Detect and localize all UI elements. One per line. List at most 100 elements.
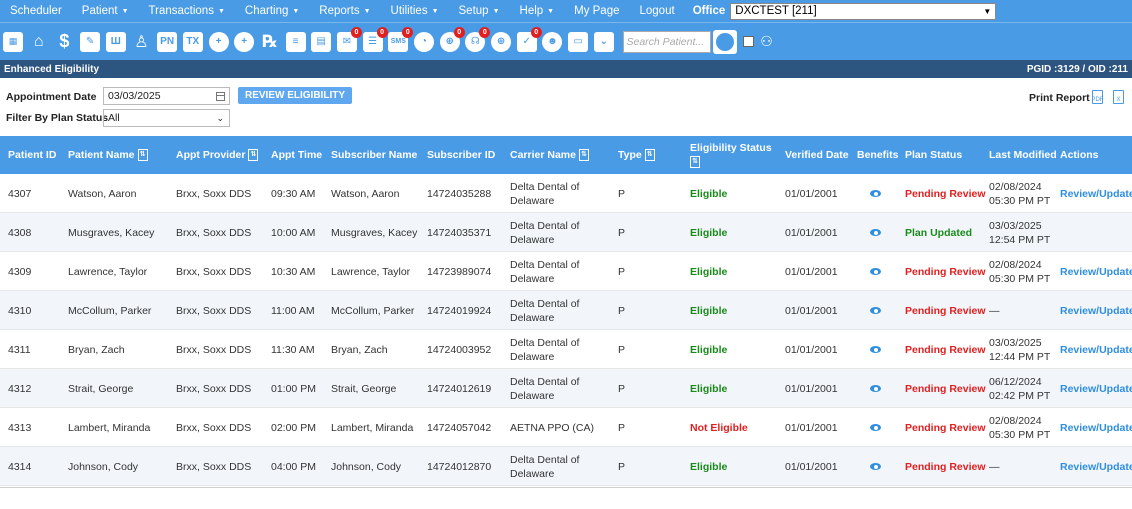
print-report-label: Print Report xyxy=(1029,92,1090,104)
calendar-icon[interactable]: ▦ xyxy=(2,31,24,53)
view-benefits-icon[interactable] xyxy=(870,190,881,197)
cell-subscriber-id: 14723989074 xyxy=(427,252,491,291)
col-carrier-name[interactable]: Carrier Name ⇅ xyxy=(510,136,589,174)
review-update-link[interactable]: Review/Update xyxy=(1060,265,1132,279)
search-people-icon[interactable]: ⚇ xyxy=(756,31,778,53)
view-benefits-icon[interactable] xyxy=(870,229,881,236)
col-eligibility-status[interactable]: Eligibility Status ⇅ xyxy=(690,136,772,174)
clock-icon[interactable]: ◔ xyxy=(413,31,435,53)
review-update-link[interactable]: Review/Update xyxy=(1060,343,1132,357)
add-user-icon[interactable]: + xyxy=(208,31,230,53)
pdf-export-icon[interactable]: PDF xyxy=(1092,90,1104,104)
col-subscriber-name[interactable]: Subscriber Name xyxy=(331,136,417,174)
cell-text: Lawrence, Taylor xyxy=(331,265,411,278)
cell-text: Strait, George xyxy=(331,382,397,395)
sort-icon[interactable]: ⇅ xyxy=(248,149,259,161)
home-icon[interactable]: ⌂ xyxy=(28,31,50,53)
chat-icon[interactable]: ☰ 0 xyxy=(362,26,388,53)
appointment-date-value: 03/03/2025 xyxy=(108,90,161,102)
cell-text: P xyxy=(618,343,626,356)
chevron-down-icon[interactable]: ⌄ xyxy=(593,31,615,53)
cell-patient-id: 4309 xyxy=(8,252,31,291)
review-update-link[interactable]: Review/Update xyxy=(1060,187,1132,201)
col-appt-time[interactable]: Appt Time xyxy=(271,136,322,174)
perio-note-icon[interactable]: PN xyxy=(156,31,178,53)
cell-type: P xyxy=(618,369,625,408)
sort-icon[interactable]: ⇅ xyxy=(644,149,655,161)
sort-icon[interactable]: ⇅ xyxy=(137,149,148,161)
add-user-alt-icon[interactable]: + xyxy=(233,31,255,53)
col-benefits[interactable]: Benefits xyxy=(857,136,898,174)
col-last-modified[interactable]: Last Modified xyxy=(989,136,1057,174)
cell-plan-status: Pending Review xyxy=(905,174,986,213)
sms-icon[interactable]: SMS 0 xyxy=(387,26,414,53)
web-icon[interactable]: ⊕ xyxy=(490,31,512,53)
cell-provider: Brxx, Soxx DDS xyxy=(176,252,251,291)
menu-charting[interactable]: Charting ▼ xyxy=(235,0,309,22)
dollar-icon[interactable]: $ xyxy=(53,31,75,53)
eligibility-check-icon[interactable]: ✓ 0 xyxy=(516,26,542,53)
view-benefits-icon[interactable] xyxy=(870,346,881,353)
sort-icon[interactable]: ⇅ xyxy=(578,149,589,161)
tooth-chart-icon[interactable]: Ш xyxy=(105,31,127,53)
team-icon[interactable]: ☻ xyxy=(541,31,563,53)
prescription-icon[interactable]: ℞ xyxy=(259,31,281,53)
menu-transactions[interactable]: Transactions ▼ xyxy=(139,0,235,22)
treatment-icon[interactable]: TX xyxy=(182,31,204,53)
view-benefits-icon[interactable] xyxy=(870,463,881,470)
cell-text: Lambert, Miranda xyxy=(331,421,414,434)
col-verified-date[interactable]: Verified Date xyxy=(785,136,849,174)
globe-icon[interactable]: ⊕ 0 xyxy=(439,26,465,53)
col-patient-id[interactable]: Patient ID xyxy=(8,136,56,174)
review-update-link[interactable]: Review/Update xyxy=(1060,421,1132,435)
col-patient-name[interactable]: Patient Name ⇅ xyxy=(68,136,148,174)
menu-label: Utilities xyxy=(390,5,428,17)
menu-patient[interactable]: Patient ▼ xyxy=(72,0,139,22)
cell-action: Review/Update xyxy=(1060,408,1132,447)
view-benefits-icon[interactable] xyxy=(870,424,881,431)
forms-icon[interactable]: ▤ xyxy=(310,31,332,53)
menu-setup[interactable]: Setup ▼ xyxy=(449,0,510,22)
cell-time: 09:30 AM xyxy=(271,174,315,213)
col-appt-provider[interactable]: Appt Provider ⇅ xyxy=(176,136,259,174)
cell-text: Pending Review xyxy=(905,304,986,317)
review-eligibility-button[interactable]: REVIEW ELIGIBILITY xyxy=(238,87,353,104)
col-subscriber-id[interactable]: Subscriber ID xyxy=(427,136,495,174)
cell-eligibility: Eligible xyxy=(690,447,727,486)
menu-reports[interactable]: Reports ▼ xyxy=(309,0,380,22)
office-select[interactable]: DXCTEST [211] ▼ xyxy=(730,2,997,20)
patient-search-icon[interactable] xyxy=(712,29,737,54)
menu-my-page[interactable]: My Page xyxy=(564,0,629,22)
headset-icon[interactable]: ☊ 0 xyxy=(464,26,491,53)
cell-text: Pending Review xyxy=(905,265,986,278)
view-benefits-icon[interactable] xyxy=(870,268,881,275)
mail-icon[interactable]: ✉ 0 xyxy=(336,26,362,53)
view-benefits-icon[interactable] xyxy=(870,385,881,392)
col-plan-status[interactable]: Plan Status xyxy=(905,136,962,174)
menu-utilities[interactable]: Utilities ▼ xyxy=(381,0,449,22)
excel-export-icon[interactable]: X xyxy=(1113,90,1124,104)
printer-icon[interactable]: ▭ xyxy=(567,31,589,53)
plan-status-select[interactable]: All ⌄ xyxy=(103,109,230,127)
tooth-icon[interactable]: ♙ xyxy=(130,31,152,53)
review-update-link[interactable]: Review/Update xyxy=(1060,460,1132,474)
menu-logout[interactable]: Logout xyxy=(630,0,685,22)
col-type[interactable]: Type ⇅ xyxy=(618,136,655,174)
review-update-link[interactable]: Review/Update xyxy=(1060,382,1132,396)
cell-action: Review/Update xyxy=(1060,447,1132,486)
search-checkbox[interactable] xyxy=(742,36,754,47)
view-benefits-icon[interactable] xyxy=(870,307,881,314)
cell-text: 01/01/2001 xyxy=(785,343,838,356)
calendar-icon[interactable] xyxy=(216,91,225,101)
appointment-date-input[interactable]: 03/03/2025 xyxy=(103,87,230,105)
menu-help[interactable]: Help ▼ xyxy=(510,0,565,22)
menu-scheduler[interactable]: Scheduler xyxy=(0,0,72,22)
col-actions[interactable]: Actions xyxy=(1060,136,1099,174)
edit-note-icon[interactable]: ✎ xyxy=(79,31,101,53)
cell-verified: 01/01/2001 xyxy=(785,369,838,408)
cell-subscriber-name: Watson, Aaron xyxy=(331,174,399,213)
document-icon[interactable]: ≡ xyxy=(285,31,307,53)
review-update-link[interactable]: Review/Update xyxy=(1060,304,1132,318)
sort-icon[interactable]: ⇅ xyxy=(690,156,700,168)
search-patient-input[interactable]: Search Patient... xyxy=(622,30,711,53)
